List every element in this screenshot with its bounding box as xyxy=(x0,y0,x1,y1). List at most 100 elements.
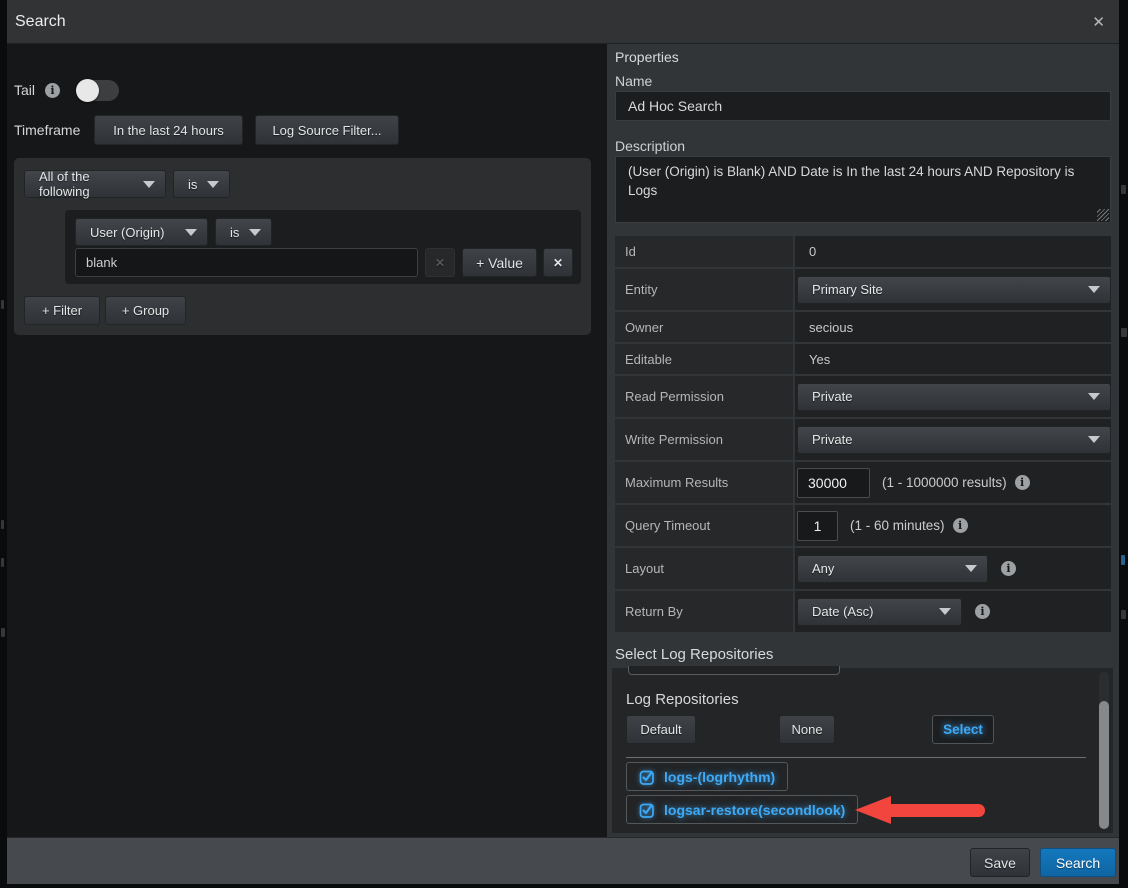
chevron-down-icon xyxy=(143,181,155,188)
arrow-tail xyxy=(891,804,985,817)
scrolled-cutoff-element xyxy=(628,666,840,675)
rule-field-dropdown[interactable]: User (Origin) xyxy=(75,218,208,246)
group-condition-dropdown[interactable]: is xyxy=(173,170,230,198)
repositories-section-title: Select Log Repositories xyxy=(615,646,773,663)
arrow-head xyxy=(855,796,891,824)
repo-item-logs-logrhythm[interactable]: logs-(logrhythm) xyxy=(626,762,788,791)
background-artifact xyxy=(1121,185,1126,194)
page-title: Search xyxy=(15,13,66,31)
table-row-read-permission: Read Permission Private xyxy=(615,376,1111,417)
background-artifact xyxy=(1,558,4,567)
owner-value-cell: secious xyxy=(795,312,1111,342)
layout-dropdown[interactable]: Any xyxy=(797,555,988,583)
name-input[interactable] xyxy=(615,91,1111,121)
background-artifact xyxy=(1121,610,1126,619)
background-page-right-edge xyxy=(1119,0,1128,888)
add-filter-button[interactable]: + Filter xyxy=(24,296,100,325)
rule-value-input[interactable] xyxy=(75,248,418,277)
id-value-cell: 0 xyxy=(795,236,1111,267)
log-source-filter-button[interactable]: Log Source Filter... xyxy=(255,115,399,145)
return-by-label: Return By xyxy=(615,591,793,632)
modal-body: Tail i Timeframe In the last 24 hours Lo… xyxy=(7,44,1119,837)
chevron-down-icon xyxy=(1088,393,1100,400)
maximum-results-label: Maximum Results xyxy=(615,462,793,503)
rule-operator-dropdown[interactable]: is xyxy=(215,218,272,246)
owner-label: Owner xyxy=(615,312,793,342)
maximum-results-input[interactable] xyxy=(797,468,870,498)
divider xyxy=(626,757,1086,758)
write-permission-dropdown[interactable]: Private xyxy=(797,426,1111,454)
tail-toggle[interactable] xyxy=(77,80,119,101)
background-artifact xyxy=(1,628,5,637)
return-by-info-icon: i xyxy=(975,604,990,619)
query-timeout-value-cell: (1 - 60 minutes) i xyxy=(795,505,1111,546)
save-button[interactable]: Save xyxy=(970,848,1030,877)
timeframe-range-button[interactable]: In the last 24 hours xyxy=(94,115,243,145)
modal-footer: Save Search xyxy=(7,837,1119,884)
read-permission-value-cell: Private xyxy=(795,376,1111,417)
return-by-value-cell: Date (Asc) i xyxy=(795,591,1111,632)
layout-value: Any xyxy=(812,561,834,576)
chevron-down-icon xyxy=(249,229,261,236)
properties-table: Id 0 Entity Primary Site xyxy=(615,236,1111,634)
write-permission-value: Private xyxy=(812,432,852,447)
search-button[interactable]: Search xyxy=(1040,848,1116,877)
id-value: 0 xyxy=(797,244,816,259)
editable-value-cell: Yes xyxy=(795,344,1111,374)
repositories-scrollbar[interactable] xyxy=(1099,672,1109,829)
name-label: Name xyxy=(615,73,652,89)
select-button[interactable]: Select xyxy=(932,715,994,744)
query-timeout-label: Query Timeout xyxy=(615,505,793,546)
maximum-results-value-cell: (1 - 1000000 results) i xyxy=(795,462,1111,503)
remove-rule-button[interactable]: ✕ xyxy=(543,248,573,277)
repo-item-label: logs-(logrhythm) xyxy=(664,769,775,785)
table-row-entity: Entity Primary Site xyxy=(615,269,1111,310)
maximum-results-hint: (1 - 1000000 results) xyxy=(882,475,1007,490)
background-page-left-edge xyxy=(0,0,7,888)
table-row-id: Id 0 xyxy=(615,236,1111,267)
table-row-return-by: Return By Date (Asc) i xyxy=(615,591,1111,632)
query-timeout-input[interactable] xyxy=(797,511,838,541)
tail-row: Tail i xyxy=(14,78,119,102)
table-row-query-timeout: Query Timeout (1 - 60 minutes) i xyxy=(615,505,1111,546)
maximum-results-info-icon: i xyxy=(1015,475,1030,490)
write-permission-label: Write Permission xyxy=(615,419,793,460)
layout-value-cell: Any i xyxy=(795,548,1111,589)
group-condition-value: is xyxy=(188,177,197,192)
write-permission-value-cell: Private xyxy=(795,419,1111,460)
read-permission-dropdown[interactable]: Private xyxy=(797,383,1111,411)
read-permission-value: Private xyxy=(812,389,852,404)
table-row-layout: Layout Any i xyxy=(615,548,1111,589)
tail-toggle-knob xyxy=(76,79,99,102)
default-button[interactable]: Default xyxy=(626,715,696,744)
add-value-button[interactable]: + Value xyxy=(462,248,537,277)
clear-value-button: ✕ xyxy=(425,248,455,277)
background-page-bottom-edge xyxy=(0,884,1128,888)
log-repositories-title: Log Repositories xyxy=(626,691,739,708)
checkbox-checked-icon xyxy=(639,802,655,818)
scrollbar-thumb[interactable] xyxy=(1099,701,1109,829)
return-by-dropdown[interactable]: Date (Asc) xyxy=(797,598,962,626)
return-by-value: Date (Asc) xyxy=(812,604,873,619)
editable-label: Editable xyxy=(615,344,793,374)
tail-info-icon: i xyxy=(45,83,60,98)
entity-dropdown[interactable]: Primary Site xyxy=(797,276,1111,304)
chevron-down-icon xyxy=(1088,286,1100,293)
group-operator-dropdown[interactable]: All of the following xyxy=(24,170,166,198)
chevron-down-icon xyxy=(207,181,219,188)
timeframe-label: Timeframe xyxy=(14,122,94,138)
close-icon[interactable]: ✕ xyxy=(1092,13,1105,31)
repo-item-logsar-restore-secondlook[interactable]: logsar-restore(secondlook) xyxy=(626,795,858,824)
chevron-down-icon xyxy=(185,229,197,236)
search-modal: Search ✕ Tail i Timeframe In the last 24… xyxy=(7,0,1119,884)
description-textarea[interactable]: (User (Origin) is Blank) AND Date is In … xyxy=(615,156,1111,223)
id-label: Id xyxy=(615,236,793,267)
rule-value-row: ✕ + Value ✕ xyxy=(75,248,573,277)
background-artifact xyxy=(1,520,4,529)
rule-field-value: User (Origin) xyxy=(90,225,164,240)
read-permission-label: Read Permission xyxy=(615,376,793,417)
chevron-down-icon xyxy=(939,608,951,615)
none-button[interactable]: None xyxy=(779,715,835,744)
add-group-button[interactable]: + Group xyxy=(105,296,186,325)
rule-operators: User (Origin) is xyxy=(75,218,272,246)
